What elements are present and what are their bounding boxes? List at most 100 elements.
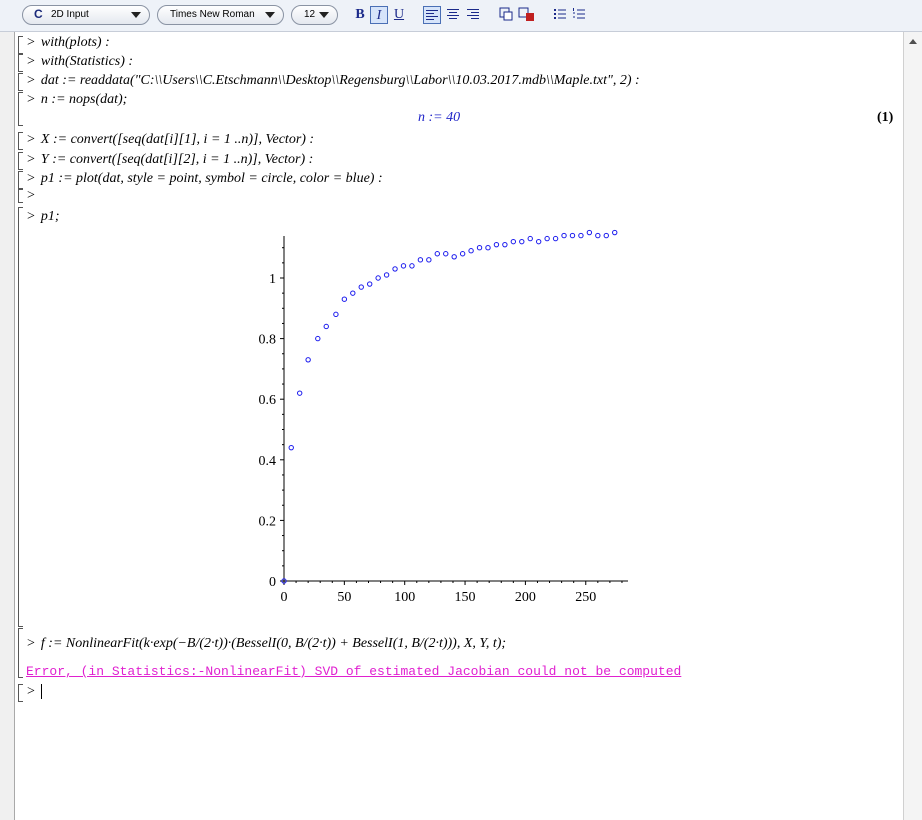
prompt-symbol: > <box>27 35 35 50</box>
section-button[interactable] <box>517 6 535 24</box>
command-text: with(plots) : <box>40 35 110 50</box>
data-point <box>443 251 449 257</box>
data-point <box>358 284 364 290</box>
command-text: n := nops(dat); <box>40 92 128 107</box>
y-tick-label: 0.2 <box>259 514 277 529</box>
input-line-nops[interactable]: > n := nops(dat); <box>27 92 127 108</box>
input-line-cursor[interactable]: > <box>27 684 42 700</box>
chevron-down-icon <box>265 12 275 18</box>
x-tick-label: 250 <box>575 590 596 605</box>
font-size-label: 12 <box>304 9 316 20</box>
execution-group-bracket[interactable] <box>18 684 23 702</box>
data-point <box>578 232 584 239</box>
y-tick-label: 0.6 <box>259 393 277 408</box>
execution-group-bracket[interactable] <box>18 36 23 54</box>
data-point <box>426 257 432 263</box>
data-point <box>375 275 381 281</box>
text-frame-icon <box>499 7 513 21</box>
data-point <box>296 390 303 396</box>
data-point <box>409 263 415 269</box>
section-icon <box>518 7 534 21</box>
prompt-symbol: > <box>27 73 35 88</box>
data-point <box>341 296 348 302</box>
execution-group-bracket[interactable] <box>18 628 23 678</box>
y-tick-label: 0 <box>269 575 276 590</box>
input-line-readdata[interactable]: > dat := readdata("C:\\Users\\C.Etschmann… <box>27 73 640 89</box>
data-point <box>468 248 474 254</box>
input-line-with-plots[interactable]: > with(plots) : <box>27 35 110 51</box>
equation-label: (1) <box>877 110 894 125</box>
font-size-dropdown[interactable]: 12 <box>291 5 338 25</box>
data-point <box>535 238 542 245</box>
scroll-up-icon[interactable] <box>909 39 917 44</box>
command-text: dat := readdata("C:\\Users\\C.Etschmann\… <box>40 73 640 88</box>
y-tick-label: 0.4 <box>259 454 277 469</box>
scatter-plot[interactable]: 0 50 100 150 200 250 0 0.2 0.4 0.6 0.8 1 <box>0 0 922 820</box>
data-point <box>305 357 311 363</box>
error-message: Error, (in Statistics:-NonlinearFit) SVD… <box>26 664 682 679</box>
prompt-symbol: > <box>27 636 35 651</box>
input-line-nonlinearfit[interactable]: > f := NonlinearFit(k·exp(−B/(2·t))·(Bess… <box>27 636 506 652</box>
bold-button[interactable]: B <box>351 6 369 24</box>
prompt-symbol: > <box>27 54 35 69</box>
execution-group-bracket[interactable] <box>18 92 23 126</box>
data-point <box>552 235 559 242</box>
data-point <box>502 241 508 248</box>
input-line-with-statistics[interactable]: > with(Statistics) : <box>27 54 133 70</box>
input-line-plot[interactable]: > p1 := plot(dat, style = point, symbol =… <box>27 171 383 187</box>
input-line-x-vector[interactable]: > X := convert([seq(dat[i][1], i = 1 ..n)… <box>27 132 314 148</box>
input-line-empty[interactable]: > <box>27 188 41 204</box>
vertical-scrollbar[interactable] <box>903 32 922 820</box>
align-center-icon <box>447 9 459 19</box>
data-point <box>459 251 466 257</box>
data-point <box>281 578 287 584</box>
x-tick-label: 100 <box>394 590 415 605</box>
data-point <box>392 266 398 272</box>
text-cursor <box>40 684 42 700</box>
x-tick-label: 200 <box>515 590 536 605</box>
math-mode-icon: C <box>34 7 43 21</box>
y-tick-label: 1 <box>269 272 276 287</box>
input-line-y-vector[interactable]: > Y := convert([seq(dat[i][2], i = 1 ..n)… <box>27 152 313 168</box>
execution-group-bracket[interactable] <box>18 73 23 91</box>
execution-group-bracket[interactable] <box>18 189 23 203</box>
align-left-button[interactable] <box>423 6 441 24</box>
data-point <box>323 323 329 330</box>
y-tick-label: 0.8 <box>259 333 277 348</box>
prompt-symbol: > <box>27 171 35 186</box>
chevron-down-icon <box>319 12 329 18</box>
align-center-button[interactable] <box>444 6 462 24</box>
data-point <box>527 235 533 242</box>
prompt-symbol: > <box>27 684 35 699</box>
data-point <box>485 245 491 251</box>
underline-button[interactable]: U <box>390 6 408 24</box>
execution-group-bracket[interactable] <box>18 132 23 150</box>
data-point <box>519 238 525 245</box>
data-point <box>333 311 339 318</box>
font-family-dropdown[interactable]: Times New Roman <box>157 5 284 25</box>
bullet-list-button[interactable] <box>551 6 569 24</box>
execution-group-bracket[interactable] <box>18 152 23 170</box>
command-text: p1; <box>40 209 60 224</box>
text-frame-button[interactable] <box>497 6 515 24</box>
input-line-p1[interactable]: > p1; <box>27 209 60 225</box>
execution-group-bracket[interactable] <box>18 171 23 189</box>
data-point <box>603 232 609 239</box>
data-point <box>476 245 483 251</box>
execution-group-bracket[interactable] <box>18 207 23 627</box>
data-point <box>383 272 390 278</box>
data-point <box>586 229 593 236</box>
input-mode-dropdown[interactable]: C 2D Input <box>22 5 150 25</box>
execution-group-bracket[interactable] <box>18 54 23 72</box>
italic-button[interactable]: I <box>370 6 388 24</box>
data-point <box>612 229 618 236</box>
numbered-list-button[interactable] <box>570 6 588 24</box>
prompt-symbol: > <box>27 188 35 203</box>
data-point <box>417 257 424 263</box>
data-point <box>400 263 407 269</box>
output-n: n := 40 <box>418 110 461 125</box>
data-point <box>493 241 500 248</box>
data-point <box>544 235 550 242</box>
command-text: Y := convert([seq(dat[i][2], i = 1 ..n)]… <box>40 152 314 167</box>
align-right-button[interactable] <box>464 6 482 24</box>
